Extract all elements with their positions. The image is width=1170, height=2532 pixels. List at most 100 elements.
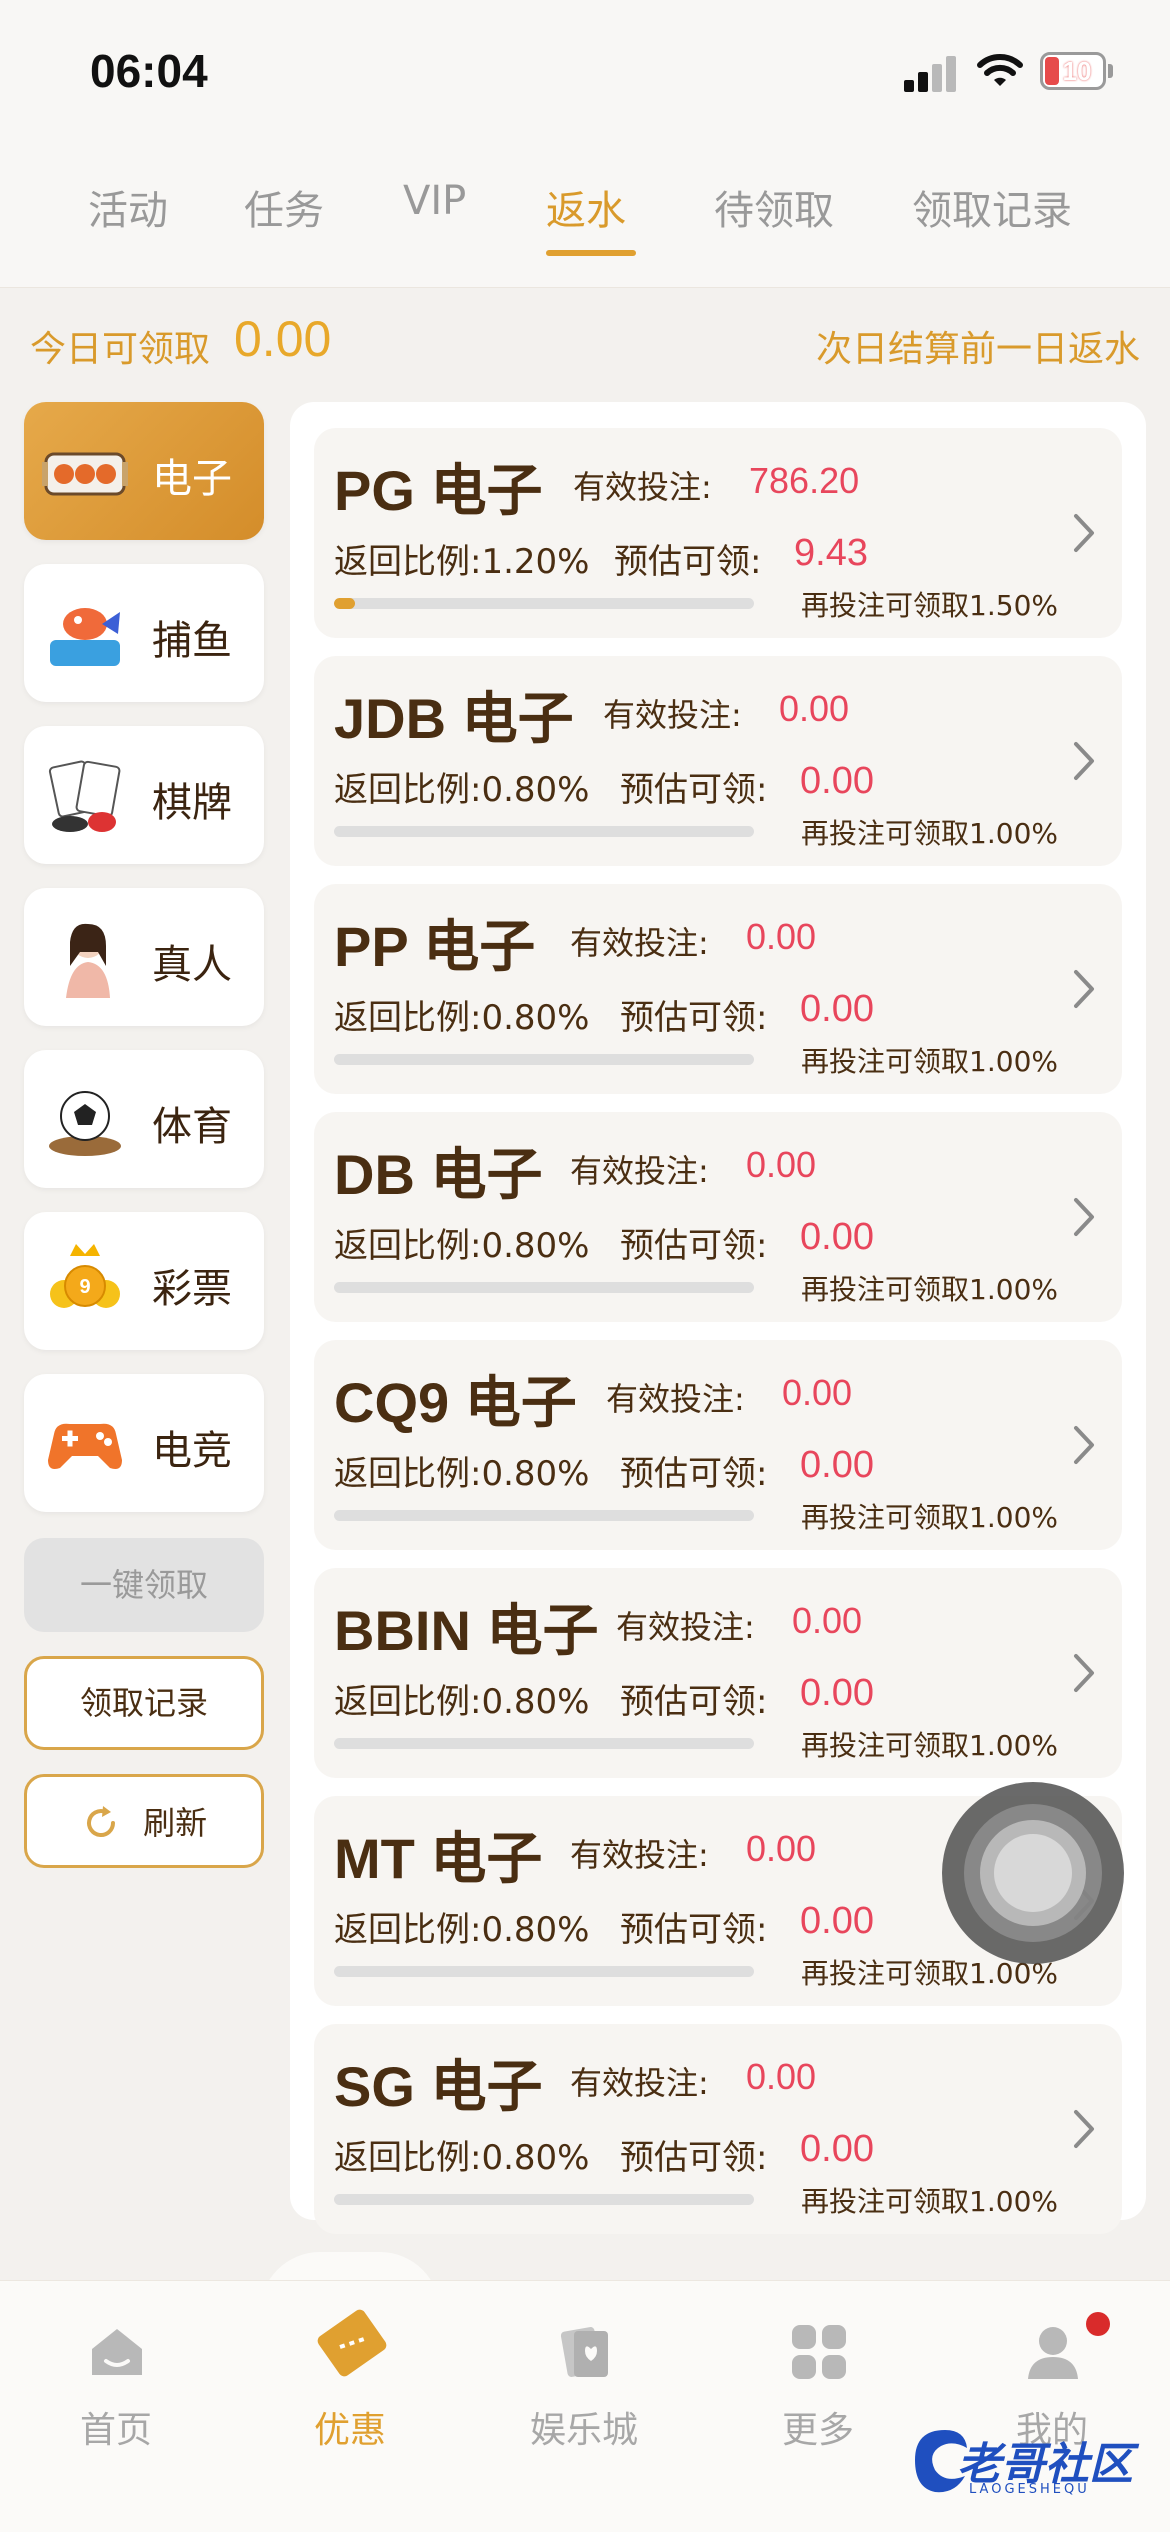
game-provider: JDB [334,687,447,750]
next-tier-label: 再投注可领取 [801,2185,970,2218]
game-name: JDB 电子 [334,674,574,755]
valid-bet-value: 0.00 [746,2056,817,2097]
nav-home[interactable]: 首页 [36,2281,196,2481]
rebate-game-card[interactable]: PP 电子 有效投注: 0.00 返回比例:0.80% 预估可领: 0.00 再… [314,884,1122,1094]
assistive-touch-button[interactable] [942,1782,1124,1964]
rebate-rate-label: 返回比例: [334,1910,482,1950]
next-tier-label: 再投注可领取 [801,1045,970,1078]
valid-bet-value: 0.00 [782,1372,853,1413]
tab-rebate[interactable]: 返水 [546,178,626,236]
valid-bet-label: 有效投注: [570,1836,709,1874]
chevron-right-icon [1074,742,1094,780]
category-sports[interactable]: 体育 [24,1050,264,1188]
valid-bet-value: 0.00 [746,916,817,957]
rebate-rate: 返回比例:0.80% [334,990,589,1039]
game-provider: PG [334,459,415,522]
estimate-value: 0.00 [800,1216,874,1258]
claim-summary: 今日可领取 0.00 次日结算前一日返水 [30,311,1140,374]
next-tier-rate: 1.00% [969,1501,1058,1534]
valid-bet-value: 0.00 [746,1828,817,1869]
status-bar: 06:04 10 [0,0,1170,150]
nav-more[interactable]: 更多 [738,2281,898,2481]
rebate-progress-bar [334,826,754,837]
tab-activity[interactable]: 活动 [88,178,168,236]
refresh-icon [86,1806,115,1837]
category-esports[interactable]: 电竞 [24,1374,264,1512]
refresh-button[interactable]: 刷新 [24,1774,264,1868]
estimate-value: 9.43 [794,532,868,574]
tab-tasks[interactable]: 任务 [244,178,324,236]
chevron-right-icon [1074,2110,1094,2148]
estimate-label: 预估可领: [620,2138,768,2178]
live-dealer-icon [66,923,110,998]
nav-label: 娱乐城 [529,2410,638,2451]
estimate-label: 预估可领: [620,1226,768,1266]
notification-dot [1086,2312,1110,2336]
nav-casino[interactable]: 娱乐城 [504,2281,664,2481]
next-tier-rate: 1.00% [969,1273,1058,1306]
game-type: 电子 [464,1371,577,1436]
game-provider: BBIN [334,1599,471,1662]
category-fishing[interactable]: 捕鱼 [24,564,264,702]
chevron-right-icon [1074,1198,1094,1236]
cards-icon [560,2327,608,2377]
rebate-game-card[interactable]: DB 电子 有效投注: 0.00 返回比例:0.80% 预估可领: 0.00 再… [314,1112,1122,1322]
rebate-rate: 返回比例:1.20% [334,534,589,583]
claim-records-button[interactable]: 领取记录 [24,1656,264,1750]
chevron-right-icon [1074,970,1094,1008]
chevron-right-icon [1074,1654,1094,1692]
one-click-claim-button[interactable]: 一键领取 [24,1538,264,1632]
tab-pending[interactable]: 待领取 [714,178,834,236]
rebate-rate: 返回比例:0.80% [334,1674,589,1723]
category-live[interactable]: 真人 [24,888,264,1026]
rebate-rate: 返回比例:0.80% [334,1446,589,1495]
game-type: 电子 [430,2055,543,2120]
rebate-rate-value: 0.80% [481,1226,590,1266]
game-type: 电子 [423,915,536,980]
rebate-game-card[interactable]: CQ9 电子 有效投注: 0.00 返回比例:0.80% 预估可领: 0.00 … [314,1340,1122,1550]
rebate-game-card[interactable]: PG 电子 有效投注: 786.20 返回比例:1.20% 预估可领: 9.43… [314,428,1122,638]
tab-claim-records[interactable]: 领取记录 [912,178,1072,236]
nav-label: 优惠 [313,2410,386,2451]
valid-bet-value: 0.00 [746,1144,817,1185]
rebate-progress-bar [334,1738,754,1749]
rebate-rate: 返回比例:0.80% [334,1218,589,1267]
rebate-game-card[interactable]: BBIN 电子 有效投注: 0.00 返回比例:0.80% 预估可领: 0.00… [314,1568,1122,1778]
next-tier-label: 再投注可领取 [801,817,970,850]
claim-today-label: 今日可领取 [30,329,211,370]
rebate-game-card[interactable]: JDB 电子 有效投注: 0.00 返回比例:0.80% 预估可领: 0.00 … [314,656,1122,866]
game-name: BBIN 电子 [334,1586,598,1667]
valid-bet-label: 有效投注: [570,1152,709,1190]
game-provider: PP [334,915,408,978]
estimate-label: 预估可领: [620,998,768,1038]
gamepad-icon [48,1423,122,1469]
cellular-signal-icon [904,56,960,92]
next-tier-text: 再投注可领取1.00% [801,1268,1058,1308]
rebate-rate-label: 返回比例: [334,770,482,810]
rebate-rate-value: 0.80% [481,770,590,810]
rebate-game-card[interactable]: SG 电子 有效投注: 0.00 返回比例:0.80% 预估可领: 0.00 再… [314,2024,1122,2234]
tab-vip[interactable]: VIP [403,178,466,224]
category-card-games[interactable]: 棋牌 [24,726,264,864]
rebate-rate: 返回比例:0.80% [334,762,589,811]
estimate-value: 0.00 [800,1444,874,1486]
rebate-rate-label: 返回比例: [334,1226,482,1266]
nav-promotions[interactable]: 优惠 [270,2281,430,2481]
rebate-progress-bar [334,598,754,609]
game-type: 电子 [430,459,543,524]
category-slots[interactable]: 电子 [24,402,264,540]
valid-bet-label: 有效投注: [570,2064,709,2102]
category-lottery[interactable]: 9 彩票 [24,1212,264,1350]
game-name: PP 电子 [334,902,535,983]
rebate-rate-label: 返回比例: [334,998,482,1038]
rebate-rate-value: 0.80% [481,2138,590,2178]
rebate-progress-fill [334,598,355,609]
game-type: 电子 [461,687,574,752]
game-name: PG 电子 [334,446,542,527]
valid-bet-label: 有效投注: [570,924,709,962]
rebate-rate-value: 0.80% [481,998,590,1038]
nav-label: 首页 [79,2410,152,2451]
estimate-label: 预估可领: [620,1910,768,1950]
estimate-value: 0.00 [800,1672,874,1714]
next-tier-rate: 1.50% [969,589,1058,622]
